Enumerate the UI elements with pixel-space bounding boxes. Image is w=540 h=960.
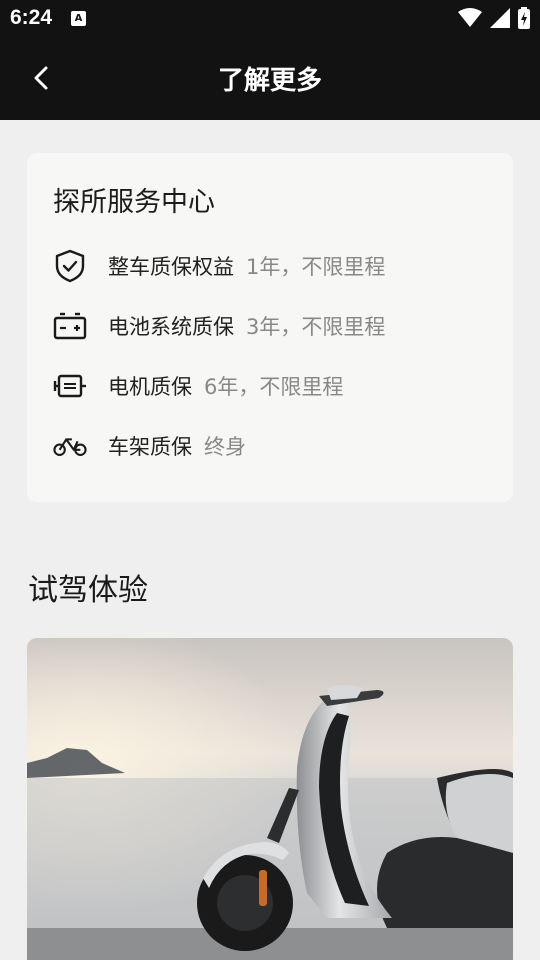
- wifi-icon: [458, 8, 482, 27]
- status-bar: 6:24 A: [0, 0, 540, 36]
- warranty-label: 电机质保: [108, 375, 192, 399]
- scroll-content[interactable]: 探所服务中心 整车质保权益 1年，不限里程 电池系统质保 3年，不限里程 电机质…: [0, 120, 540, 960]
- test-ride-title: 试驾体验: [28, 573, 148, 608]
- battery-icon: [53, 309, 87, 343]
- scooter-photo: [27, 638, 513, 960]
- warranty-label: 车架质保: [108, 435, 192, 459]
- warranty-value: 终身: [204, 435, 246, 459]
- warranty-row-frame: 车架质保 终身: [53, 426, 246, 466]
- shield-check-icon: [53, 249, 87, 283]
- card-title: 探所服务中心: [53, 187, 215, 218]
- warranty-row-battery: 电池系统质保 3年，不限里程: [53, 306, 385, 346]
- warranty-label: 整车质保权益: [108, 255, 234, 279]
- warranty-row-motor: 电机质保 6年，不限里程: [53, 366, 343, 406]
- bicycle-icon: [53, 429, 87, 463]
- page-title: 了解更多: [217, 66, 322, 96]
- status-icons: [458, 7, 530, 29]
- app-bar: 了解更多: [0, 36, 540, 120]
- status-time: 6:24: [10, 6, 53, 29]
- warranty-card: 探所服务中心 整车质保权益 1年，不限里程 电池系统质保 3年，不限里程 电机质…: [27, 153, 513, 502]
- motor-icon: [53, 369, 87, 403]
- notification-badge-icon: A: [71, 11, 86, 26]
- warranty-label: 电池系统质保: [108, 315, 234, 339]
- warranty-row-vehicle: 整车质保权益 1年，不限里程: [53, 246, 385, 286]
- warranty-value: 3年，不限里程: [246, 315, 386, 339]
- warranty-value: 6年，不限里程: [204, 375, 344, 399]
- cellular-signal-icon: [490, 8, 510, 28]
- warranty-value: 1年，不限里程: [246, 255, 386, 279]
- battery-status-icon: [518, 7, 530, 29]
- test-ride-image[interactable]: [27, 638, 513, 960]
